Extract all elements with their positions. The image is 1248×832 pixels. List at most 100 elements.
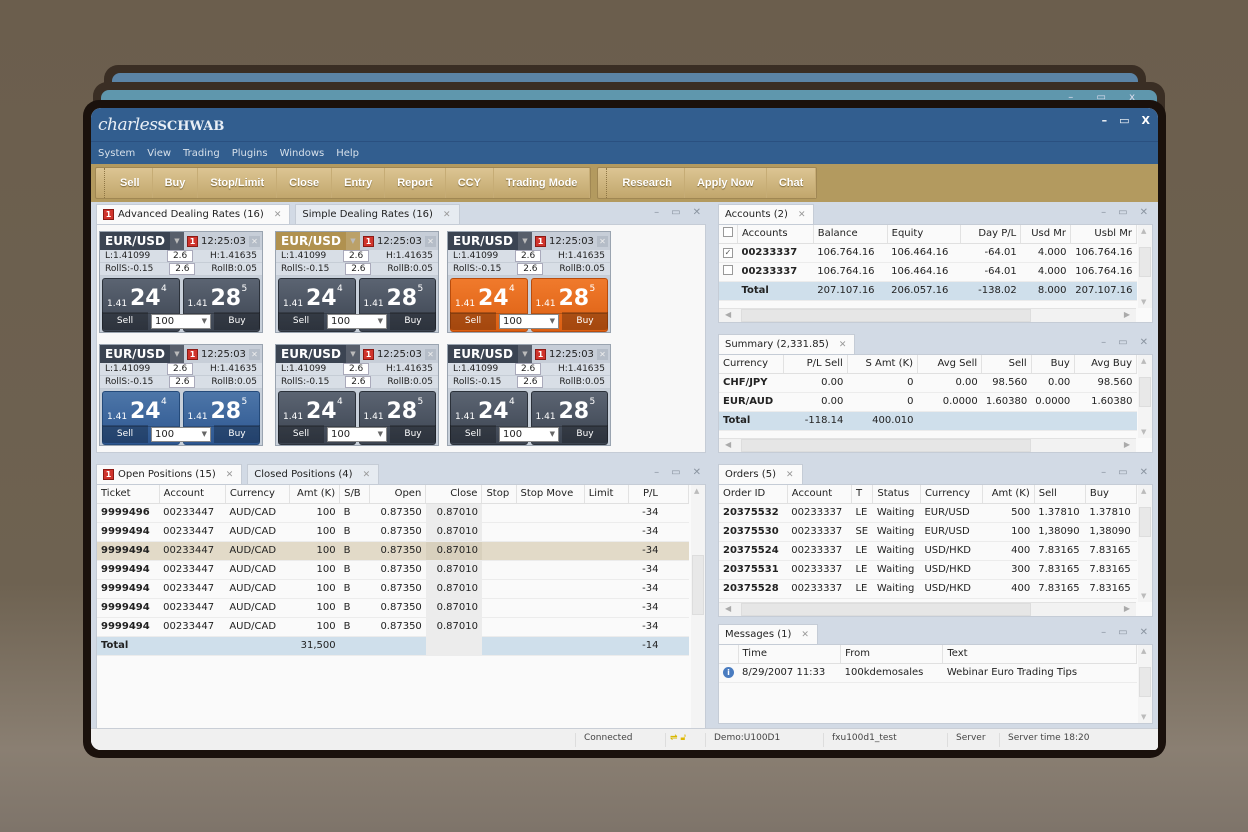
panel-minimize-icon[interactable]: – xyxy=(1101,627,1106,638)
amount-select[interactable]: 100 ▼ xyxy=(327,426,387,442)
table-row[interactable]: 00233337 106.764.16 106.464.16 -64.01 4.000 1… xyxy=(719,262,1137,282)
column-header[interactable]: Account xyxy=(787,485,852,504)
column-header[interactable]: S/B xyxy=(339,485,371,504)
panel-minimize-icon[interactable]: – xyxy=(654,207,659,218)
panel-close-icon[interactable]: ✕ xyxy=(693,207,701,218)
alert-badge[interactable]: 1 xyxy=(363,348,374,360)
chevron-down-icon[interactable]: ▼ xyxy=(346,345,360,363)
tab-close-icon[interactable]: ✕ xyxy=(226,470,234,480)
toolbar-ccy-button[interactable]: CCY xyxy=(446,168,494,198)
vertical-scrollbar[interactable]: ▲▼ xyxy=(1138,225,1152,308)
buy-label[interactable]: Buy xyxy=(214,312,260,330)
toolbar-sell-button[interactable]: Sell xyxy=(108,168,153,198)
table-row[interactable]: 20375531 00233337 LE Waiting USD/HKD 300 7.831… xyxy=(719,560,1137,580)
column-header[interactable]: Sell xyxy=(981,355,1032,374)
column-header[interactable]: Currency xyxy=(719,355,784,374)
tab-close-icon[interactable]: ✕ xyxy=(786,470,794,480)
table-row[interactable]: 9999494 00233447 AUD/CAD 100 B 0.87350 0.87010… xyxy=(97,560,689,580)
alert-badge[interactable]: 1 xyxy=(535,348,546,360)
sell-label[interactable]: Sell xyxy=(278,425,324,443)
panel-maximize-icon[interactable]: ▭ xyxy=(1118,207,1127,218)
toolbar-buy-button[interactable]: Buy xyxy=(153,168,199,198)
panel-close-icon[interactable]: ✕ xyxy=(1140,627,1148,638)
tab-close-icon[interactable]: ✕ xyxy=(801,630,809,640)
column-header[interactable]: P/L xyxy=(628,485,690,504)
column-header[interactable]: Day P/L xyxy=(960,225,1022,244)
column-header[interactable]: Stop xyxy=(481,485,517,504)
buy-label[interactable]: Buy xyxy=(214,425,260,443)
tab-open-positions[interactable]: 1 Open Positions (15) ✕ xyxy=(96,464,243,484)
tab-advanced-dealing-rates[interactable]: 1 Advanced Dealing Rates (16) ✕ xyxy=(96,204,291,224)
column-header[interactable]: Buy xyxy=(1085,485,1138,504)
menu-trading[interactable]: Trading xyxy=(183,148,220,159)
tab-close-icon[interactable]: ✕ xyxy=(798,210,806,220)
panel-minimize-icon[interactable]: – xyxy=(1101,207,1106,218)
column-header[interactable]: P/L Sell xyxy=(783,355,848,374)
horizontal-scrollbar[interactable]: ◀ ▶ xyxy=(719,438,1136,452)
column-header[interactable]: T xyxy=(851,485,874,504)
toolbar-chat-button[interactable]: Chat xyxy=(767,168,817,198)
table-row[interactable]: 9999496 00233447 AUD/CAD 100 B 0.87350 0.87010… xyxy=(97,503,689,523)
table-row[interactable]: 9999494 00233447 AUD/CAD 100 B 0.87350 0.87010… xyxy=(97,522,689,542)
tab-close-icon[interactable]: ✕ xyxy=(443,210,451,220)
menu-view[interactable]: View xyxy=(147,148,171,159)
column-header[interactable]: Balance xyxy=(813,225,888,244)
column-header[interactable]: From xyxy=(840,645,944,664)
close-button[interactable]: X xyxy=(1142,114,1150,127)
menu-system[interactable]: System xyxy=(98,148,135,159)
select-all-header[interactable] xyxy=(719,225,738,244)
panel-minimize-icon[interactable]: – xyxy=(1101,467,1106,478)
column-header[interactable]: Time xyxy=(738,645,842,664)
amount-select[interactable]: 100 ▼ xyxy=(327,313,387,329)
tab-close-icon[interactable]: ✕ xyxy=(363,470,371,480)
close-icon[interactable]: ✕ xyxy=(425,235,436,247)
column-header[interactable]: Usbl Mr xyxy=(1070,225,1137,244)
tab-orders[interactable]: Orders (5) ✕ xyxy=(718,464,803,484)
column-header[interactable]: Close xyxy=(425,485,483,504)
table-row[interactable]: CHF/JPY 0.00 0 0.00 98.560 0.00 98.560 xyxy=(719,373,1137,393)
table-row[interactable]: i 8/29/2007 11:33 100kdemosales Webinar Eur… xyxy=(719,663,1137,683)
table-row[interactable]: 9999494 00233447 AUD/CAD 100 B 0.87350 0.87010… xyxy=(97,617,689,637)
panel-maximize-icon[interactable]: ▭ xyxy=(1118,467,1127,478)
panel-close-icon[interactable]: ✕ xyxy=(693,467,701,478)
column-header[interactable]: Accounts xyxy=(737,225,814,244)
column-header[interactable]: Account xyxy=(159,485,226,504)
column-header[interactable]: Currency xyxy=(225,485,290,504)
table-row[interactable]: 9999494 00233447 AUD/CAD 100 B 0.87350 0.87010… xyxy=(97,579,689,599)
close-icon[interactable]: ✕ xyxy=(597,348,608,360)
table-row[interactable]: 9999494 00233447 AUD/CAD 100 B 0.87350 0.87010… xyxy=(97,541,689,561)
toolbar-stop-limit-button[interactable]: Stop/Limit xyxy=(198,168,278,198)
column-header[interactable]: Amt (K) xyxy=(982,485,1035,504)
table-row[interactable]: EUR/AUD 0.00 0 0.0000 1.60380 0.0000 1.60380 xyxy=(719,392,1137,412)
sell-label[interactable]: Sell xyxy=(450,312,496,330)
sell-label[interactable]: Sell xyxy=(450,425,496,443)
close-icon[interactable]: ✕ xyxy=(249,348,260,360)
tab-accounts[interactable]: Accounts (2) ✕ xyxy=(718,204,815,224)
buy-label[interactable]: Buy xyxy=(562,312,608,330)
buy-label[interactable]: Buy xyxy=(390,312,436,330)
chevron-down-icon[interactable]: ▼ xyxy=(346,232,360,250)
table-row[interactable]: 20375532 00233337 LE Waiting EUR/USD 500 1.378… xyxy=(719,503,1137,523)
column-header[interactable]: Limit xyxy=(584,485,629,504)
alert-badge[interactable]: 1 xyxy=(187,348,198,360)
horizontal-scrollbar[interactable]: ◀ ▶ xyxy=(719,308,1136,322)
alert-badge[interactable]: 1 xyxy=(363,235,374,247)
panel-maximize-icon[interactable]: ▭ xyxy=(671,467,680,478)
checkbox[interactable] xyxy=(723,265,733,275)
panel-minimize-icon[interactable]: – xyxy=(1101,337,1106,348)
minimize-button[interactable]: – xyxy=(1102,114,1108,127)
chevron-down-icon[interactable]: ▼ xyxy=(518,232,532,250)
tab-close-icon[interactable]: ✕ xyxy=(274,210,282,220)
row-checkbox-cell[interactable]: ✓ xyxy=(719,243,738,263)
vertical-scrollbar[interactable]: ▲▼ xyxy=(691,485,705,750)
panel-minimize-icon[interactable]: – xyxy=(654,467,659,478)
tab-summary[interactable]: Summary (2,331.85) ✕ xyxy=(718,334,856,354)
panel-close-icon[interactable]: ✕ xyxy=(1140,337,1148,348)
menu-windows[interactable]: Windows xyxy=(280,148,325,159)
column-header[interactable]: Sell xyxy=(1034,485,1086,504)
close-icon[interactable]: ✕ xyxy=(425,348,436,360)
column-header[interactable]: Order ID xyxy=(719,485,788,504)
checkbox[interactable]: ✓ xyxy=(723,248,733,258)
sell-label[interactable]: Sell xyxy=(278,312,324,330)
tab-messages[interactable]: Messages (1) ✕ xyxy=(718,624,818,644)
